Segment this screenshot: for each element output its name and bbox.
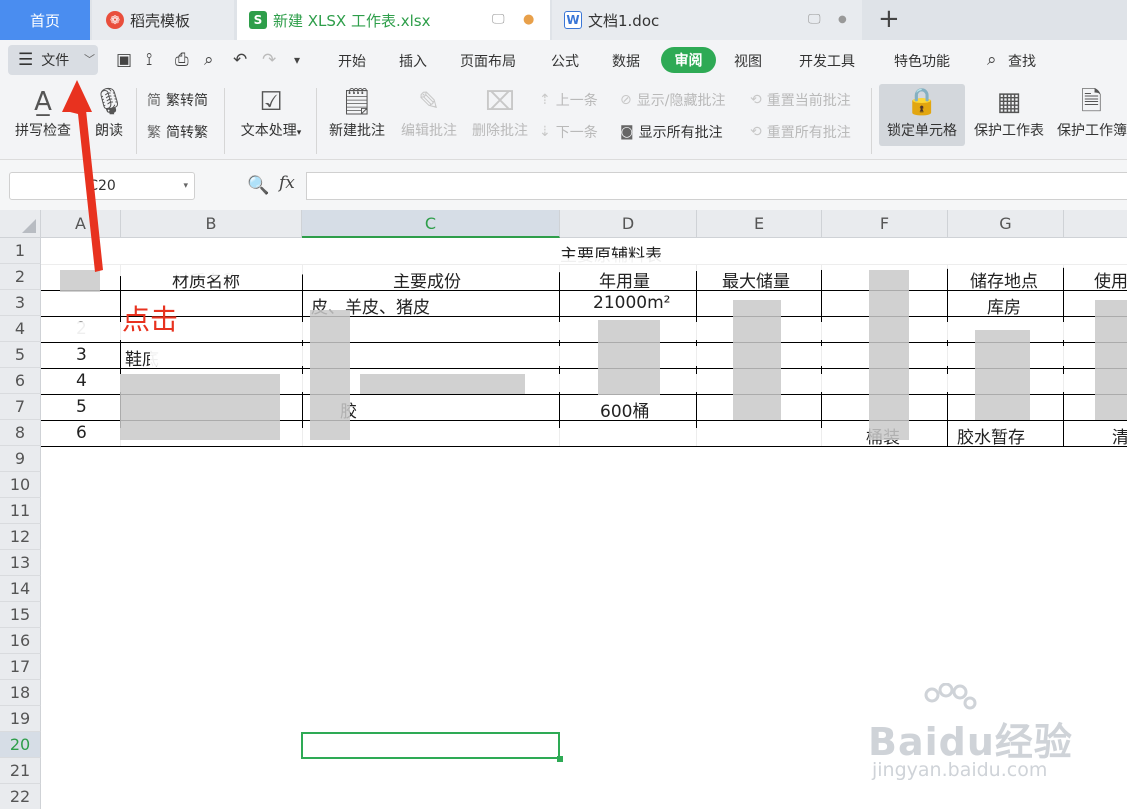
annotation-arrow-head: [62, 80, 92, 112]
annotation-arrow-shape: [70, 88, 103, 272]
watermark-text: Baidu经验: [868, 720, 1073, 764]
annotation-text: 点击: [122, 303, 179, 336]
watermark-url: jingyan.baidu.com: [872, 759, 1048, 781]
